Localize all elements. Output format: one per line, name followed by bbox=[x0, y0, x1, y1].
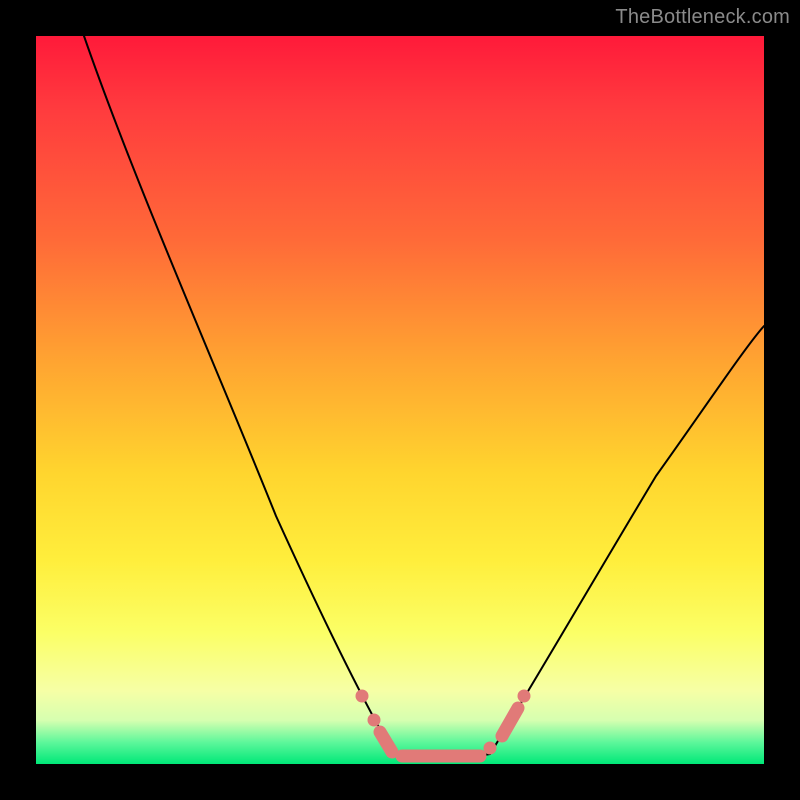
marker-dot bbox=[368, 714, 381, 727]
marker-dot bbox=[518, 690, 531, 703]
chart-svg bbox=[36, 36, 764, 764]
curve-right-branch bbox=[490, 326, 764, 754]
curve-left-branch bbox=[84, 36, 394, 754]
outer-frame: TheBottleneck.com bbox=[0, 0, 800, 800]
marker-pill bbox=[380, 732, 392, 752]
watermark-text: TheBottleneck.com bbox=[615, 6, 790, 29]
chart-plot-area bbox=[36, 36, 764, 764]
marker-dot bbox=[484, 742, 497, 755]
data-point-markers bbox=[356, 690, 531, 757]
marker-dot bbox=[356, 690, 369, 703]
marker-pill bbox=[502, 708, 518, 736]
